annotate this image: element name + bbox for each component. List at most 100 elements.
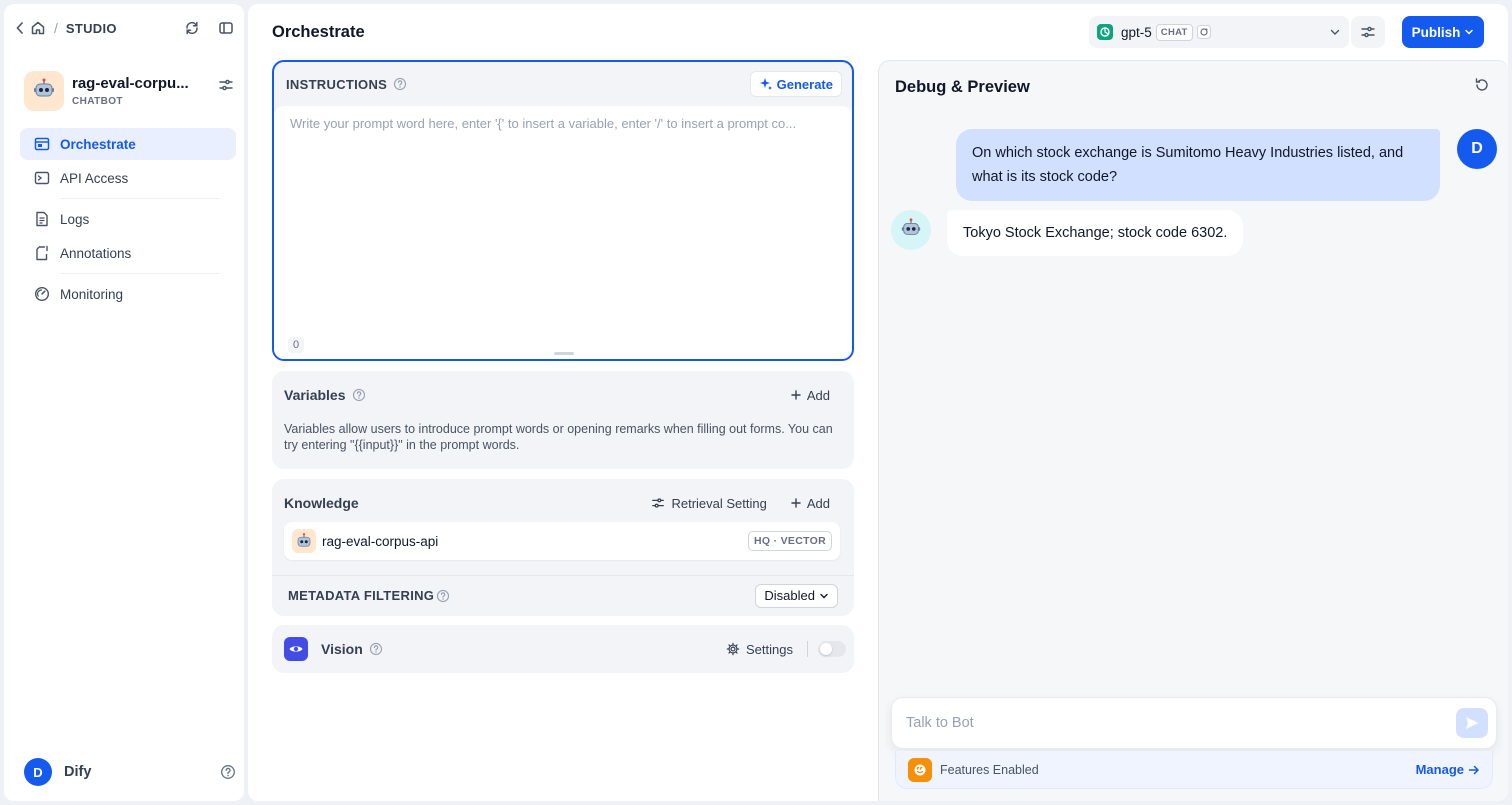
metadata-filtering-value: Disabled <box>764 588 815 603</box>
sidebar-item-label: Logs <box>60 211 90 227</box>
publish-label: Publish <box>1411 24 1461 40</box>
features-label: Features Enabled <box>940 762 1039 777</box>
bot-avatar <box>891 210 931 250</box>
index-mode-badge: HQ · VECTOR <box>748 531 832 551</box>
model-selector[interactable]: gpt-5 CHAT <box>1089 16 1349 48</box>
annotation-icon <box>34 245 50 261</box>
chat-input[interactable] <box>906 715 1456 731</box>
prompt-input[interactable] <box>274 106 852 326</box>
model-name: gpt-5 <box>1121 24 1152 40</box>
generate-button[interactable]: Generate <box>749 71 842 97</box>
knowledge-name: rag-eval-corpus-api <box>322 533 439 549</box>
sidebar-item-logs[interactable]: Logs <box>20 203 236 235</box>
debug-preview-panel: Debug & Preview On which stock exchange … <box>878 60 1508 801</box>
instructions-label: INSTRUCTIONS <box>286 76 388 92</box>
workspace-switcher[interactable]: D Dify <box>24 757 236 787</box>
features-icon <box>908 757 932 782</box>
gauge-icon <box>34 286 50 302</box>
sidebar-item-annotations[interactable]: Annotations <box>20 237 236 269</box>
sidebar-item-api-access[interactable]: API Access <box>20 162 236 194</box>
orchestrate-icon <box>34 136 50 152</box>
add-label: Add <box>806 387 830 403</box>
help-icon[interactable] <box>352 388 366 402</box>
manage-label: Manage <box>1415 762 1464 777</box>
settings-label: Settings <box>746 641 793 657</box>
help-icon[interactable] <box>369 642 383 656</box>
chevron-down-icon <box>819 591 829 601</box>
dataset-robot-icon <box>292 529 316 553</box>
app-type: CHATBOT <box>72 96 123 107</box>
sidebar-item-label: Orchestrate <box>60 136 136 152</box>
app-info[interactable]: rag-eval-corpu... CHATBOT <box>24 68 234 114</box>
collapse-sidebar-icon[interactable] <box>218 20 234 36</box>
vision-capability-icon <box>1196 25 1211 39</box>
main-panel: Orchestrate gpt-5 CHAT Publish INSTRUCTI… <box>248 4 1508 801</box>
char-count: 0 <box>288 337 305 353</box>
plus-icon <box>791 498 801 508</box>
publish-button[interactable]: Publish <box>1402 16 1484 48</box>
vision-settings-button[interactable]: Settings <box>726 642 793 657</box>
knowledge-panel: Knowledge Retrieval Setting Add rag-eval… <box>272 479 854 616</box>
retrieval-setting-label: Retrieval Setting <box>671 495 767 511</box>
add-label: Add <box>806 495 830 511</box>
switch-icon[interactable] <box>184 20 200 36</box>
add-variable-button[interactable]: Add <box>791 388 830 403</box>
sidebar-item-label: Annotations <box>60 245 132 261</box>
knowledge-title: Knowledge <box>284 495 359 511</box>
nav-divider <box>60 198 220 199</box>
instructions-panel: INSTRUCTIONS Generate 0 <box>272 60 854 361</box>
bot-message: Tokyo Stock Exchange; stock code 6302. <box>947 210 1244 256</box>
logs-icon <box>34 211 50 227</box>
send-button[interactable] <box>1456 708 1488 738</box>
sidebar-item-orchestrate[interactable]: Orchestrate <box>20 128 236 160</box>
chevron-down-icon <box>1329 26 1341 38</box>
resize-handle[interactable] <box>554 352 574 355</box>
app-settings-icon[interactable] <box>218 77 234 93</box>
robot-icon <box>32 77 56 106</box>
knowledge-item[interactable]: rag-eval-corpus-api HQ · VECTOR <box>284 522 840 560</box>
variables-title: Variables <box>284 387 346 403</box>
model-params-button[interactable] <box>1351 16 1385 48</box>
metadata-filtering-row: METADATA FILTERING Disabled <box>272 575 854 615</box>
model-mode-chip: CHAT <box>1155 23 1193 41</box>
debug-title: Debug & Preview <box>895 78 1030 96</box>
plus-icon <box>791 390 801 400</box>
metadata-filtering-label: METADATA FILTERING <box>288 588 435 603</box>
app-avatar <box>24 71 64 111</box>
variables-description: Variables allow users to introduce promp… <box>284 422 833 452</box>
help-icon[interactable] <box>220 764 236 780</box>
breadcrumb-studio[interactable]: STUDIO <box>66 21 117 36</box>
features-bar: Features Enabled Manage <box>895 751 1493 789</box>
vision-panel: Vision Settings <box>272 625 854 673</box>
manage-features-link[interactable]: Manage <box>1416 762 1480 777</box>
help-icon[interactable] <box>436 589 450 603</box>
eye-icon <box>284 637 308 661</box>
sidebar-item-monitoring[interactable]: Monitoring <box>20 278 236 310</box>
refresh-icon[interactable] <box>1474 77 1490 93</box>
sidebar: / STUDIO rag-eval-corpu... CHATBOT Orche… <box>4 4 244 801</box>
breadcrumb-separator: / <box>54 20 58 36</box>
chevron-left-icon[interactable] <box>16 22 24 34</box>
vision-toggle[interactable] <box>818 641 846 657</box>
sparkle-icon <box>759 77 773 91</box>
user-message: On which stock exchange is Sumitomo Heav… <box>956 129 1440 201</box>
user-avatar: D <box>24 758 52 786</box>
metadata-filtering-select[interactable]: Disabled <box>755 583 838 608</box>
workspace-name: Dify <box>64 764 92 780</box>
sidebar-item-label: Monitoring <box>60 286 124 302</box>
terminal-icon <box>34 170 50 186</box>
gear-icon <box>726 642 740 656</box>
nav-divider <box>60 273 220 274</box>
sidebar-item-label: API Access <box>60 170 129 186</box>
app-name: rag-eval-corpu... <box>72 75 189 92</box>
sidebar-topbar: / STUDIO <box>16 18 234 38</box>
arrow-right-icon <box>1468 764 1480 776</box>
retrieval-setting-button[interactable]: Retrieval Setting <box>651 495 767 511</box>
sliders-icon <box>1360 24 1376 40</box>
add-knowledge-button[interactable]: Add <box>791 496 830 511</box>
sliders-icon <box>651 496 665 510</box>
generate-label: Generate <box>776 76 833 92</box>
help-icon[interactable] <box>393 77 407 91</box>
openai-icon <box>1097 24 1113 40</box>
home-icon[interactable] <box>30 20 46 36</box>
